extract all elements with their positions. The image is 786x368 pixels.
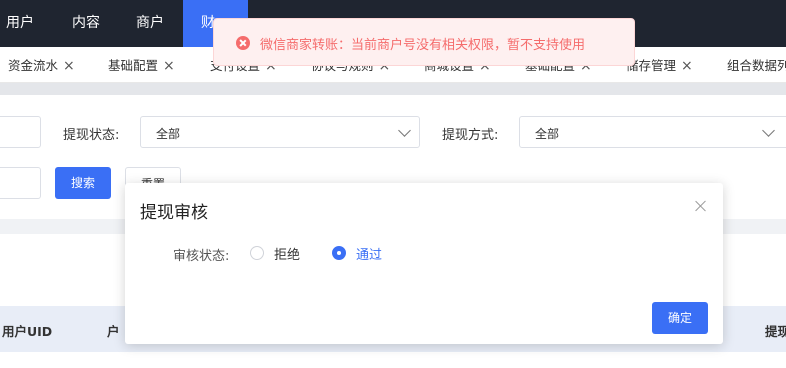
status-select-value: 全部 [156,127,181,141]
radio-approve[interactable] [332,246,346,260]
status-select[interactable]: 全部 [140,116,420,148]
close-icon[interactable]: × [681,58,693,74]
close-icon[interactable]: × [63,58,75,74]
chevron-down-icon [762,124,775,137]
confirm-button[interactable]: 确定 [652,302,708,334]
dialog-title: 提现审核 [140,203,208,223]
date-input[interactable] [0,167,41,199]
error-toast: 微信商家转账：当前商户号没有相关权限，暂不支持使用 [213,18,635,66]
radio-approve-label[interactable]: 通过 [356,244,382,263]
close-icon[interactable] [694,199,708,213]
toast-message: 微信商家转账：当前商户号没有相关权限，暂不支持使用 [260,38,586,53]
column-header-uid: 用户UID [2,324,53,339]
method-select-value: 全部 [535,127,560,141]
review-status-label: 审核状态: [173,249,230,264]
tab-basic-config[interactable]: 基础配置 × [108,47,175,82]
column-header-user: 户 [107,324,120,339]
tab-label: 基础配置 [108,58,159,73]
tab-storage[interactable]: 储存管理 × [626,47,693,82]
radio-reject-label[interactable]: 拒绝 [274,244,300,263]
keyword-input[interactable] [0,116,41,148]
tab-label: 组合数据列 [727,58,786,73]
column-header-withdraw: 提现 [765,324,786,339]
withdraw-review-dialog: 提现审核 审核状态: 拒绝 通过 确定 [125,183,723,344]
nav-item-users[interactable]: 用户 [6,0,34,47]
nav-item-merchant[interactable]: 商户 [136,0,164,47]
separator-band [0,83,786,95]
tab-combined-data[interactable]: 组合数据列 [727,47,786,82]
nav-item-content[interactable]: 内容 [72,0,100,47]
tab-fund-flow[interactable]: 资金流水 × [8,47,75,82]
method-label: 提现方式: [442,128,499,143]
chevron-down-icon [398,124,411,137]
close-icon[interactable]: × [163,58,175,74]
error-icon [236,36,250,50]
search-button[interactable]: 搜索 [55,167,111,199]
status-label: 提现状态: [63,128,120,143]
radio-reject[interactable] [250,246,264,260]
tab-label: 资金流水 [8,58,59,73]
method-select[interactable]: 全部 [519,116,786,148]
